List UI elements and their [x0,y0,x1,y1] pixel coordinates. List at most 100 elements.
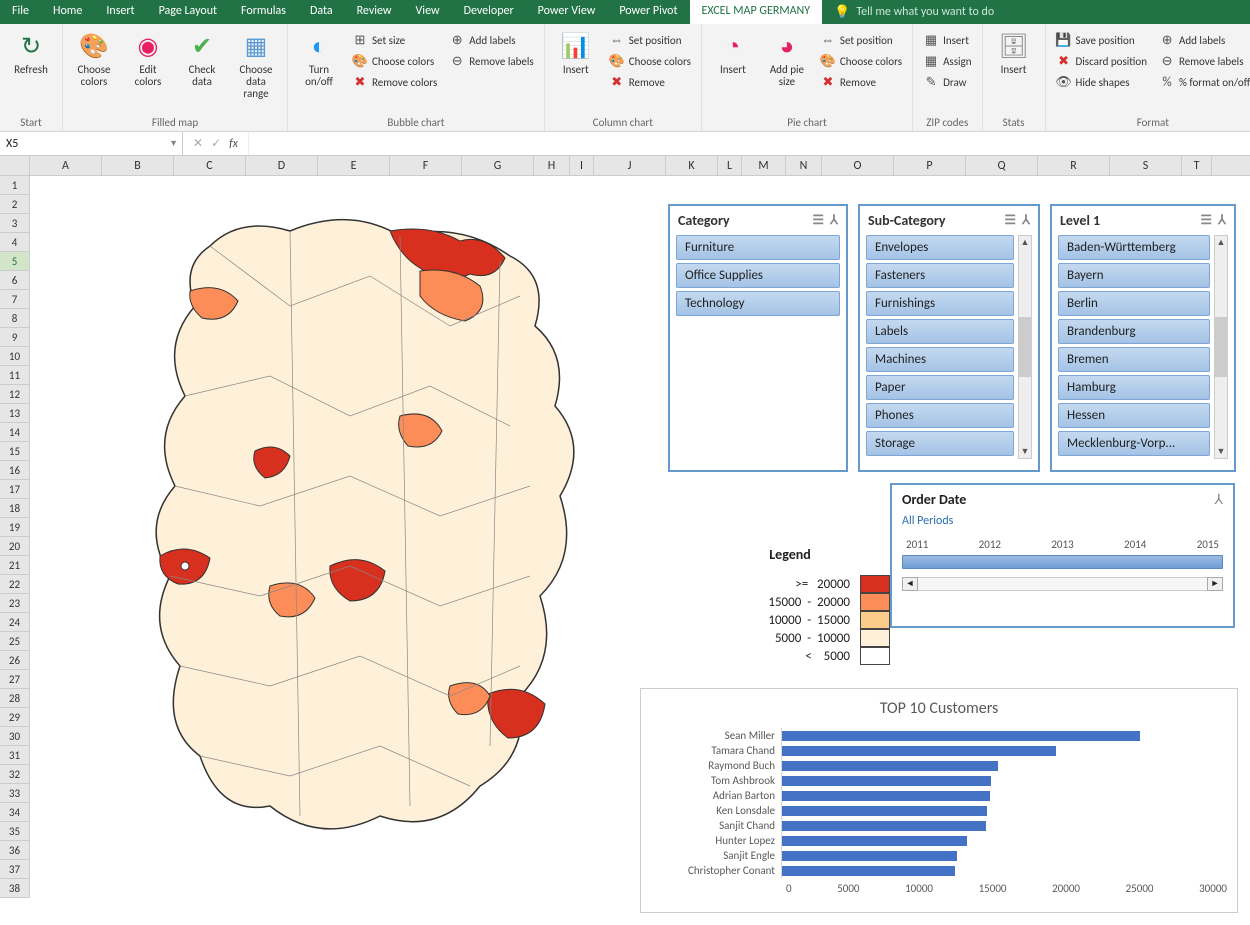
name-box[interactable]: X5 ▼ [0,132,183,155]
name-box-dropdown-icon[interactable]: ▼ [169,138,178,149]
col-header-S[interactable]: S [1110,156,1182,175]
col-header-P[interactable]: P [894,156,966,175]
slicer-level1[interactable]: Level 1 ☰⅄ Baden-WürttembergBayernBerlin… [1050,204,1236,472]
slicer-level1-scrollbar[interactable]: ▲ ▼ [1214,235,1228,459]
row-header-13[interactable]: 13 [0,404,30,423]
tab-insert[interactable]: Insert [94,0,146,24]
row-header-8[interactable]: 8 [0,309,30,328]
multiselect-icon[interactable]: ☰ [812,213,824,228]
worksheet-grid[interactable]: ABCDEFGHIJKLMNOPQRST 1234567891011121314… [0,156,1250,176]
pie-addsize-button[interactable]: ◕Add pie size [762,28,812,114]
row-header-19[interactable]: 19 [0,518,30,537]
slicer-subcategory[interactable]: Sub-Category ☰⅄ EnvelopesFastenersFurnis… [858,204,1040,472]
row-header-34[interactable]: 34 [0,803,30,822]
row-header-24[interactable]: 24 [0,613,30,632]
choose-data-range-button[interactable]: ▦Choose data range [231,28,281,114]
choose-colors-button[interactable]: 🎨Choose colors [69,28,119,114]
formula-input[interactable] [249,132,1250,155]
row-header-5[interactable]: 5 [0,252,30,271]
tab-page-layout[interactable]: Page Layout [147,0,229,24]
col-header-N[interactable]: N [786,156,822,175]
tell-me-search[interactable]: 💡Tell me what you want to do [822,0,1006,24]
fmt-removelabels[interactable]: ⊖Remove labels [1155,51,1250,71]
bubble-turn-button[interactable]: ◐Turn on/off [294,28,344,114]
tab-home[interactable]: Home [41,0,94,24]
row-header-23[interactable]: 23 [0,594,30,613]
slicer-item[interactable]: Storage [866,431,1014,456]
col-header-F[interactable]: F [390,156,462,175]
col-header-E[interactable]: E [318,156,390,175]
row-header-36[interactable]: 36 [0,841,30,860]
bubble-setsize[interactable]: ⊞Set size [348,30,441,50]
colchart-setpos[interactable]: ⇔Set position [605,30,695,50]
stats-insert-button[interactable]: 🗄Insert [989,28,1039,114]
edit-colors-button[interactable]: ◉Edit colors [123,28,173,114]
multiselect-icon[interactable]: ☰ [1004,213,1016,228]
colchart-remove[interactable]: ✖Remove [605,72,695,92]
row-header-6[interactable]: 6 [0,271,30,290]
slicer-category[interactable]: Category ☰⅄ FurnitureOffice SuppliesTech… [668,204,848,472]
scroll-thumb[interactable] [1215,317,1227,377]
row-header-1[interactable]: 1 [0,176,30,195]
scroll-up-icon[interactable]: ▲ [1019,236,1031,249]
row-header-30[interactable]: 30 [0,727,30,746]
zip-insert[interactable]: ▦Insert [919,30,975,50]
row-header-33[interactable]: 33 [0,784,30,803]
germany-map[interactable] [90,186,610,866]
row-header-26[interactable]: 26 [0,651,30,670]
pie-remove[interactable]: ✖Remove [816,72,906,92]
slicer-item[interactable]: Bremen [1058,347,1210,372]
clear-filter-icon[interactable]: ⅄ [830,213,838,228]
col-header-A[interactable]: A [30,156,102,175]
slicer-item[interactable]: Bayern [1058,263,1210,288]
row-header-20[interactable]: 20 [0,537,30,556]
fx-icon[interactable]: fx [229,137,238,151]
col-header-D[interactable]: D [246,156,318,175]
slicer-item[interactable]: Brandenburg [1058,319,1210,344]
row-header-37[interactable]: 37 [0,860,30,879]
row-header-11[interactable]: 11 [0,366,30,385]
tab-file[interactable]: File [0,0,41,24]
scroll-down-icon[interactable]: ▼ [1215,445,1227,458]
slicer-item[interactable]: Office Supplies [676,263,840,288]
clear-filter-icon[interactable]: ⅄ [1218,213,1226,228]
tab-view[interactable]: View [404,0,452,24]
row-header-3[interactable]: 3 [0,214,30,233]
col-header-G[interactable]: G [462,156,534,175]
tab-developer[interactable]: Developer [452,0,526,24]
slicer-item[interactable]: Hamburg [1058,375,1210,400]
zip-draw[interactable]: ✎Draw [919,72,975,92]
tab-power-view[interactable]: Power View [526,0,608,24]
row-header-4[interactable]: 4 [0,233,30,252]
col-header-K[interactable]: K [666,156,718,175]
pie-insert-button[interactable]: ◔Insert [708,28,758,114]
row-header-17[interactable]: 17 [0,480,30,499]
bubble-removecolors[interactable]: ✖Remove colors [348,72,441,92]
fmt-percent[interactable]: %% format on/off [1155,72,1250,92]
select-all-corner[interactable] [0,156,30,175]
row-header-21[interactable]: 21 [0,556,30,575]
row-header-35[interactable]: 35 [0,822,30,841]
fmt-addlabels[interactable]: ⊕Add labels [1155,30,1250,50]
scroll-right-icon[interactable]: ► [1207,577,1223,591]
slicer-item[interactable]: Furniture [676,235,840,260]
col-header-B[interactable]: B [102,156,174,175]
row-header-12[interactable]: 12 [0,385,30,404]
slicer-item[interactable]: Mecklenburg-Vorp... [1058,431,1210,456]
row-header-18[interactable]: 18 [0,499,30,518]
slicer-item[interactable]: Phones [866,403,1014,428]
row-header-31[interactable]: 31 [0,746,30,765]
timeline-orderdate[interactable]: Order Date ⅄ All Periods 201120122013201… [890,483,1235,628]
slicer-item[interactable]: Envelopes [866,235,1014,260]
col-header-C[interactable]: C [174,156,246,175]
fmt-discardpos[interactable]: ✖Discard position [1052,51,1152,71]
pie-setpos[interactable]: ⇔Set position [816,30,906,50]
row-header-14[interactable]: 14 [0,423,30,442]
row-header-15[interactable]: 15 [0,442,30,461]
slicer-item[interactable]: Fasteners [866,263,1014,288]
bubble-removelabels[interactable]: ⊖Remove labels [445,51,538,71]
row-header-9[interactable]: 9 [0,328,30,347]
slicer-subcat-scrollbar[interactable]: ▲ ▼ [1018,235,1032,459]
slicer-item[interactable]: Technology [676,291,840,316]
row-header-32[interactable]: 32 [0,765,30,784]
